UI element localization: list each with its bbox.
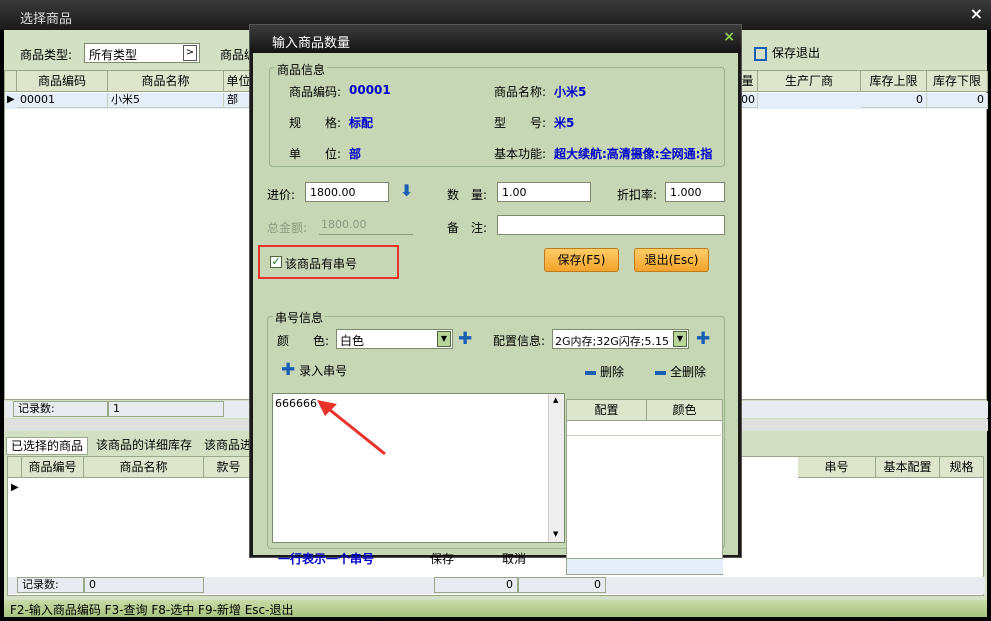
col-header[interactable]: 基本配置 xyxy=(876,457,940,478)
col-header[interactable]: 颜色 xyxy=(647,400,723,421)
tab-selected-goods[interactable]: 已选择的商品 xyxy=(6,437,89,455)
add-serial-button[interactable]: ✚ 录入串号 xyxy=(281,362,347,379)
vertical-scrollbar[interactable]: ▲ ▼ xyxy=(548,394,564,542)
add-config-icon[interactable]: ✚ xyxy=(696,331,710,348)
row-pointer-icon: ▶ xyxy=(7,94,15,105)
chevron-down-icon: ▼ xyxy=(437,331,451,347)
serial-checkbox-label[interactable]: 该商品有串号 xyxy=(285,255,357,272)
arrow-down-icon[interactable]: ⬇ xyxy=(400,181,413,200)
serial-list[interactable]: 配置 颜色 xyxy=(566,399,723,575)
product-code-value: 00001 xyxy=(349,83,391,97)
product-name-value: 小米5 xyxy=(554,85,587,99)
row-pointer-icon: ▶ xyxy=(11,482,19,493)
serial-cancel-button[interactable]: 取消 xyxy=(502,550,526,567)
list-item[interactable] xyxy=(567,422,723,436)
col-header[interactable]: 库存下限 xyxy=(927,71,988,92)
category-select[interactable]: 所有类型 > xyxy=(84,43,200,63)
category-label: 商品类型: xyxy=(20,48,73,62)
serial-checkbox[interactable]: ✓ xyxy=(270,256,282,268)
status-bar: F2-输入商品编码 F3-查询 F8-选中 F9-新增 Esc-退出 xyxy=(4,600,987,617)
plus-icon: ✚ xyxy=(281,360,296,380)
model-value: 米5 xyxy=(554,116,575,130)
delete-all-button[interactable]: 全删除 xyxy=(655,363,706,380)
col-header[interactable]: 商品编号 xyxy=(22,457,84,478)
serial-save-button[interactable]: 保存 xyxy=(430,550,454,567)
col-header[interactable]: 串号 xyxy=(798,457,876,478)
window-title: 选择商品 xyxy=(20,12,73,27)
col-header[interactable]: 商品名称 xyxy=(108,71,224,92)
exit-icon xyxy=(754,46,767,61)
summary-row: 记录数: 0 0 0 xyxy=(8,577,985,594)
group-label: 商品信息 xyxy=(275,61,328,78)
annotation-arrow-icon xyxy=(317,400,386,456)
add-color-icon[interactable]: ✚ xyxy=(458,331,472,348)
remark-input[interactable] xyxy=(497,215,725,235)
function-value: 超大续航:高清摄像:全网通:指 xyxy=(554,147,713,161)
minus-icon xyxy=(655,370,666,375)
group-label: 串号信息 xyxy=(273,309,326,326)
quantity-input[interactable]: 1.00 xyxy=(497,182,591,202)
spec-value: 标配 xyxy=(349,116,374,130)
save-exit-button[interactable]: 保存退出 xyxy=(754,44,820,61)
quantity-dialog: 输入商品数量 × 商品信息 商品编码: 00001 商品名称: 小米5 规 格:… xyxy=(249,24,742,575)
delete-button[interactable]: 删除 xyxy=(585,363,624,380)
color-select[interactable]: 白色 ▼ xyxy=(336,329,453,349)
discount-input[interactable]: 1.000 xyxy=(665,182,725,202)
minus-icon xyxy=(585,370,596,375)
hint-text: 一行表示一个串号 xyxy=(278,552,375,566)
col-header[interactable]: 库存上限 xyxy=(861,71,927,92)
price-input[interactable]: 1800.00 xyxy=(305,182,389,202)
dropdown-icon: > xyxy=(183,45,197,61)
scroll-down-icon[interactable]: ▼ xyxy=(553,530,558,538)
unit-value: 部 xyxy=(349,147,362,161)
col-header[interactable]: 商品名称 xyxy=(84,457,204,478)
chevron-down-icon: ▼ xyxy=(673,331,687,347)
col-header[interactable]: 配置 xyxy=(567,400,647,421)
config-select[interactable]: 2G内存;32G闪存;5.15 ▼ xyxy=(552,329,689,349)
col-header[interactable]: 规格 xyxy=(940,457,984,478)
col-header[interactable]: 商品编码 xyxy=(17,71,108,92)
tab-stock-detail[interactable]: 该商品的详细库存 xyxy=(92,437,196,455)
close-icon[interactable]: × xyxy=(723,29,735,45)
col-header[interactable]: 生产厂商 xyxy=(758,71,861,92)
exit-button[interactable]: 退出(Esc) xyxy=(634,248,709,272)
scroll-up-icon[interactable]: ▲ xyxy=(553,396,558,404)
total-amount-field: 1800.00 xyxy=(319,215,413,235)
dialog-title: 输入商品数量 xyxy=(250,25,741,53)
tab-purchase[interactable]: 该商品进 xyxy=(200,437,256,455)
close-icon[interactable]: × xyxy=(970,4,983,23)
col-header[interactable]: 款号 xyxy=(204,457,254,478)
summary-row xyxy=(567,558,723,574)
save-button[interactable]: 保存(F5) xyxy=(544,248,619,272)
